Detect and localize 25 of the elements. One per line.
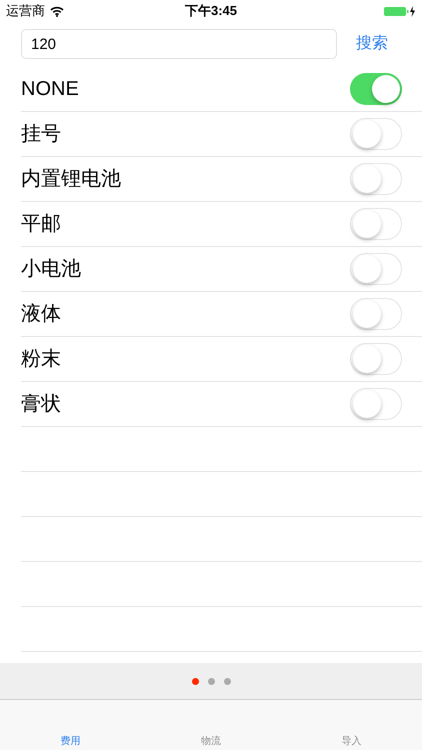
option-label: 内置锂电池 bbox=[21, 167, 121, 192]
search-button[interactable]: 搜索 bbox=[356, 32, 388, 56]
toggle-switch[interactable] bbox=[350, 208, 402, 240]
toggle-switch[interactable] bbox=[350, 388, 402, 420]
option-label: 挂号 bbox=[21, 122, 61, 147]
option-label: 膏状 bbox=[21, 392, 61, 417]
carrier-name: 运营商 bbox=[6, 2, 45, 20]
option-label: 小电池 bbox=[21, 257, 81, 282]
search-field[interactable]: 120 bbox=[21, 29, 337, 59]
option-label: 平邮 bbox=[21, 212, 61, 237]
tab[interactable]: 导入 bbox=[281, 700, 422, 750]
option-label: 粉末 bbox=[21, 347, 61, 372]
battery-icon bbox=[384, 6, 416, 16]
toggle-switch[interactable] bbox=[350, 343, 402, 375]
tab[interactable]: 费用 bbox=[0, 700, 141, 750]
toggle-switch[interactable] bbox=[350, 298, 402, 330]
toggle-switch[interactable] bbox=[350, 118, 402, 150]
toggle-switch[interactable] bbox=[350, 73, 402, 105]
option-label: NONE bbox=[21, 77, 79, 102]
tab[interactable]: 物流 bbox=[140, 700, 282, 750]
status-time: 下午3:45 bbox=[184, 2, 238, 20]
toggle-switch[interactable] bbox=[350, 253, 402, 285]
toggle-switch[interactable] bbox=[350, 163, 402, 195]
option-label: 液体 bbox=[21, 302, 61, 327]
wifi-icon bbox=[50, 6, 64, 16]
